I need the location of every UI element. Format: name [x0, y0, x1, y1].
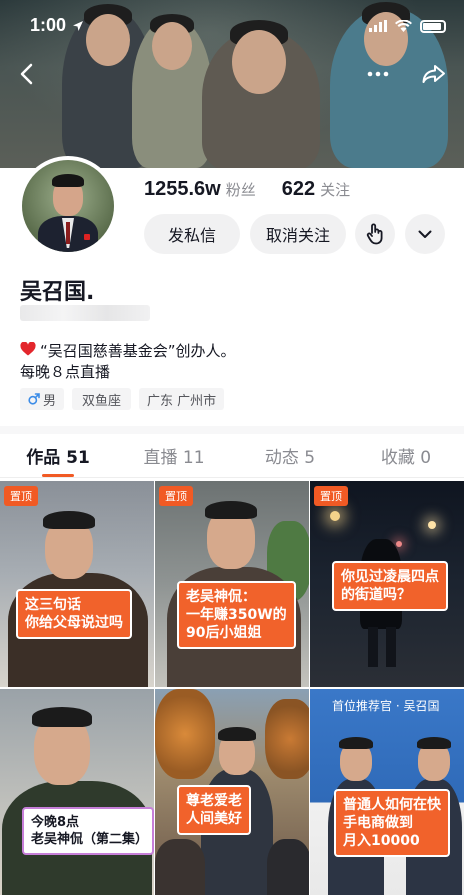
- pinned-badge: 置顶: [4, 486, 38, 506]
- video-thumbnail[interactable]: 首位推荐官 · 吴召国 普通人如何在快 手电商做到 月入10000: [310, 689, 464, 895]
- tab-works[interactable]: 作品 51: [0, 434, 116, 477]
- zodiac-tag: 双鱼座: [72, 388, 132, 410]
- caption-line: 月入10000: [343, 833, 420, 849]
- wifi-icon: [395, 17, 412, 36]
- video-header-text: 首位推荐官 · 吴召国: [332, 699, 440, 713]
- video-thumbnail[interactable]: 置顶 这三句话 你给父母说过吗: [0, 481, 154, 687]
- status-time: 1:00: [30, 15, 67, 35]
- content-tabs: 作品 51 直播 11 动态 5 收藏 0: [0, 434, 464, 478]
- caption-line: 你见过凌晨四点: [341, 569, 439, 585]
- gender-tag-label: 男: [43, 393, 57, 409]
- video-caption: 尊老爱老 人间美好: [177, 785, 251, 835]
- section-divider: [0, 426, 464, 434]
- followers-label[interactable]: 粉丝: [226, 179, 256, 200]
- signal-icon: [369, 17, 387, 36]
- caption-line: 这三句话: [25, 597, 81, 613]
- pinned-badge: 置顶: [159, 486, 193, 506]
- profile-name: 吴召国.: [20, 280, 95, 305]
- video-thumbnail[interactable]: 今晚8点 老吴神侃（第二集）: [0, 689, 154, 895]
- tab-moments[interactable]: 动态 5: [232, 434, 348, 477]
- heart-icon: [20, 341, 36, 360]
- hand-tap-icon: [366, 223, 383, 245]
- expand-recommendations-button[interactable]: [405, 214, 445, 254]
- unfollow-button[interactable]: 取消关注: [250, 214, 346, 254]
- account-id-blurred: [20, 305, 150, 321]
- gender-tag: 男: [20, 388, 65, 410]
- caption-line: 人间美好: [186, 811, 242, 827]
- caption-line: 尊老爱老: [186, 793, 242, 809]
- following-count[interactable]: 622: [282, 178, 315, 201]
- followers-count[interactable]: 1255.6w: [144, 178, 221, 201]
- video-caption: 今晚8点 老吴神侃（第二集）: [22, 807, 154, 855]
- caption-line: 的街道吗？: [341, 587, 411, 603]
- caption-line: 今晚8点: [31, 815, 80, 830]
- video-thumbnail[interactable]: 尊老爱老 人间美好: [155, 689, 309, 895]
- tab-favorites[interactable]: 收藏 0: [348, 434, 464, 477]
- tab-live[interactable]: 直播 11: [116, 434, 232, 477]
- video-caption: 老吴神侃： 一年赚350W的 90后小姐姐: [177, 581, 296, 649]
- location-arrow-icon: [72, 17, 84, 36]
- chevron-down-icon: [418, 230, 432, 238]
- location-tag: 广东 广州市: [139, 388, 225, 410]
- caption-line: 普通人如何在快: [343, 797, 441, 813]
- banner-figure: [202, 20, 320, 168]
- send-message-button[interactable]: 发私信: [144, 214, 240, 254]
- more-options-button[interactable]: [362, 58, 394, 90]
- video-grid: 置顶 这三句话 你给父母说过吗 置顶 老吴神侃： 一年赚350W的 90后小姐姐…: [0, 481, 464, 895]
- cheer-button[interactable]: [355, 214, 395, 254]
- bio-line-2: 每晚８点直播: [20, 363, 111, 381]
- caption-line: 一年赚350W的: [186, 607, 287, 623]
- male-icon: [28, 393, 40, 405]
- profile-stats: 1255.6w 粉丝 622 关注: [144, 178, 350, 201]
- bio-line-1-text: “吴召国慈善基金会”创办人。: [40, 342, 236, 360]
- video-thumbnail[interactable]: 置顶 你见过凌晨四点 的街道吗？: [310, 481, 464, 687]
- caption-line: 90后小姐姐: [186, 625, 262, 641]
- caption-line: 老吴神侃：: [186, 589, 256, 605]
- share-button[interactable]: [418, 58, 450, 90]
- profile-tags: 男 双鱼座 广东 广州市: [20, 388, 225, 410]
- bio-line-1: “吴召国慈善基金会”创办人。: [20, 340, 236, 361]
- video-caption: 你见过凌晨四点 的街道吗？: [332, 561, 448, 611]
- following-label[interactable]: 关注: [320, 179, 350, 200]
- caption-line: 你给父母说过吗: [25, 615, 123, 631]
- avatar[interactable]: [18, 156, 118, 256]
- caption-line: 老吴神侃（第二集）: [31, 832, 149, 847]
- video-caption: 这三句话 你给父母说过吗: [16, 589, 132, 639]
- pinned-badge: 置顶: [314, 486, 348, 506]
- video-thumbnail[interactable]: 置顶 老吴神侃： 一年赚350W的 90后小姐姐: [155, 481, 309, 687]
- caption-line: 手电商做到: [343, 815, 413, 831]
- video-caption: 普通人如何在快 手电商做到 月入10000: [334, 789, 450, 857]
- battery-icon: [420, 20, 446, 33]
- back-button[interactable]: [10, 58, 42, 90]
- status-bar: 1:00: [0, 0, 464, 50]
